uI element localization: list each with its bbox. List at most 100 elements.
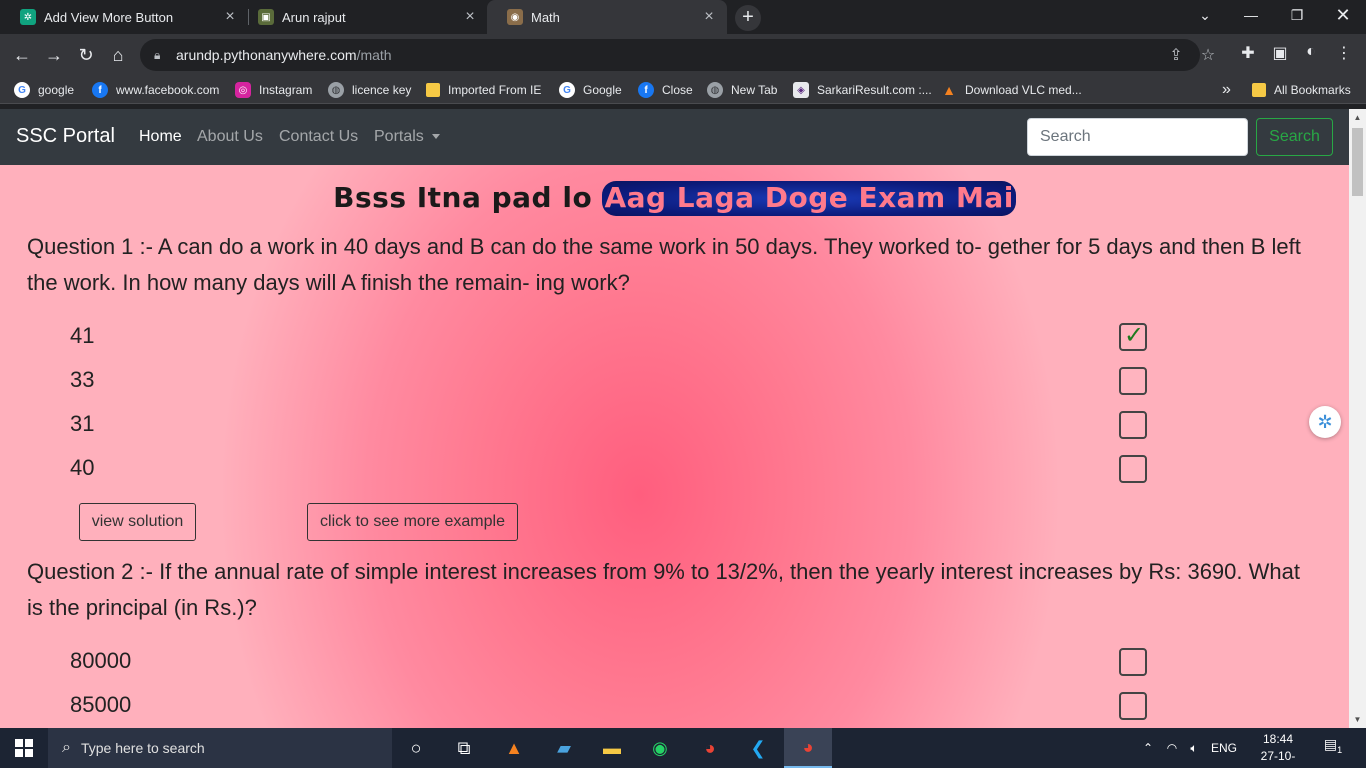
chatgpt-icon: ✲ <box>20 9 36 25</box>
bookmarks-bar: Ggoogle f www.facebook.com ◎ Instagram ◍ li… <box>0 76 1366 104</box>
bookmark-new-tab[interactable]: ◍ New Tab <box>707 81 777 99</box>
new-tab-button[interactable]: + <box>735 5 761 31</box>
tab-add-view-more-button[interactable]: ✲ Add View More Button × <box>0 0 248 34</box>
nav-home[interactable]: Home <box>139 128 182 146</box>
ai-assistant-icon[interactable]: ✲ <box>1309 406 1341 438</box>
close-tab-icon[interactable]: × <box>462 9 478 25</box>
tab-search-chevron-icon[interactable]: ⌄ <box>1182 0 1228 30</box>
share-icon[interactable]: ⇪ <box>1166 45 1186 65</box>
globe-icon: ◍ <box>328 82 344 98</box>
close-tab-icon[interactable]: × <box>701 9 717 25</box>
page-scrollbar[interactable]: ▲ ▼ <box>1349 109 1366 728</box>
vscode-icon[interactable]: ❮ <box>734 728 782 768</box>
tab-title: Add View More Button <box>44 9 174 25</box>
pythonanywhere-icon: ◉ <box>507 9 523 25</box>
menu-kebab-icon[interactable]: ⋮ <box>1333 43 1355 63</box>
site-search-button[interactable]: Search <box>1256 118 1333 156</box>
option-checkbox[interactable] <box>1119 411 1147 439</box>
bookmarks-overflow-button[interactable]: » <box>1222 81 1231 99</box>
taskbar-search-placeholder: Type here to search <box>80 740 205 756</box>
forward-button[interactable]: → <box>40 41 68 69</box>
bookmark-licence-key[interactable]: ◍ licence key <box>328 81 411 99</box>
whatsapp-icon[interactable]: ◉ <box>636 728 684 768</box>
tab-arun-rajput[interactable]: ▣ Arun rajput × <box>238 0 488 34</box>
search-icon: ⌕ <box>62 739 71 756</box>
clock-date: 27-10-2023 <box>1260 749 1296 768</box>
tab-math[interactable]: ◉ Math × <box>487 0 727 34</box>
bookmark-sarkariresult[interactable]: ◈ SarkariResult.com :... <box>793 81 932 99</box>
restore-button[interactable]: ❐ <box>1274 0 1320 30</box>
question-text: Question 2 :- If the annual rate of simp… <box>27 559 1300 620</box>
close-window-button[interactable]: ✕ <box>1320 0 1366 30</box>
bookmark-instagram[interactable]: ◎ Instagram <box>235 81 312 99</box>
side-panel-icon[interactable]: ▣ <box>1269 43 1291 63</box>
scroll-down-arrow-icon[interactable]: ▼ <box>1349 711 1366 728</box>
lock-icon[interactable]: 🔒︎ <box>154 48 166 63</box>
option-checkbox[interactable]: ✓ <box>1119 322 1147 351</box>
page-banner: Bsss Itna pad lo Aag Laga Doge Exam Mai <box>0 181 1349 216</box>
sarkari-icon: ◈ <box>793 82 809 98</box>
google-icon: G <box>559 82 575 98</box>
pc-manager-icon[interactable]: ▰ <box>540 728 588 768</box>
address-bar[interactable]: 🔒︎ arundp.pythonanywhere.com/math ⇪ ☆ <box>140 39 1215 71</box>
clock-time: 18:44 <box>1262 732 1294 746</box>
reload-button[interactable]: ↻ <box>72 41 100 69</box>
all-bookmarks-folder[interactable]: All Bookmarks <box>1252 81 1351 99</box>
option-checkbox[interactable] <box>1119 692 1147 720</box>
vlc-icon[interactable]: ▲ <box>490 728 538 768</box>
bookmark-google-2[interactable]: G Google <box>559 81 622 99</box>
banner-highlight: Aag Laga Doge Exam Mai <box>602 181 1016 216</box>
option-label: 40 <box>70 455 95 480</box>
option-checkbox[interactable] <box>1119 648 1147 676</box>
view-solution-button[interactable]: view solution <box>79 503 196 541</box>
back-button[interactable]: ← <box>8 41 36 69</box>
nav-about-us[interactable]: About Us <box>197 128 263 146</box>
volume-icon[interactable]: 🔈︎ <box>1184 728 1204 768</box>
minimize-button[interactable]: — <box>1228 0 1274 30</box>
task-view-icon[interactable]: ⧉ <box>440 728 488 768</box>
question-text: Question 1 :- A can do a work in 40 days… <box>27 234 1301 295</box>
show-hidden-icons-chevron-icon[interactable]: ⌃ <box>1138 728 1158 768</box>
start-button[interactable] <box>0 728 48 768</box>
banner-text: Bsss Itna pad lo <box>333 181 593 214</box>
close-tab-icon[interactable]: × <box>222 9 238 25</box>
globe-icon: ◍ <box>707 82 723 98</box>
folder-icon <box>426 83 440 97</box>
network-icon[interactable]: ◠ <box>1162 728 1182 768</box>
notification-center-icon[interactable]: ▤1 <box>1318 736 1348 760</box>
bookmark-google[interactable]: Ggoogle <box>14 81 74 99</box>
bookmark-star-icon[interactable]: ☆ <box>1198 45 1218 65</box>
chrome-active-icon[interactable]: ◕ <box>784 728 832 768</box>
chrome-icon[interactable]: ◕ <box>686 728 734 768</box>
file-explorer-icon[interactable]: ▬ <box>588 728 636 768</box>
checkmark-icon: ✓ <box>1124 322 1145 349</box>
notification-count: 1 <box>1337 744 1343 755</box>
scroll-up-arrow-icon[interactable]: ▲ <box>1349 109 1366 126</box>
scrollbar-thumb[interactable] <box>1352 128 1363 196</box>
cortana-icon[interactable]: ○ <box>392 728 440 768</box>
bookmark-facebook[interactable]: f www.facebook.com <box>92 81 219 99</box>
browser-tab-strip: ✲ Add View More Button × ▣ Arun rajput ×… <box>0 0 1366 34</box>
bookmark-folder-imported[interactable]: Imported From IE <box>426 81 541 99</box>
profile-avatar[interactable]: ◐ <box>1300 43 1322 61</box>
option-label: 33 <box>70 367 95 392</box>
taskbar-search-box[interactable]: ⌕ Type here to search <box>48 728 392 768</box>
more-example-button[interactable]: click to see more example <box>307 503 518 541</box>
option-label: 31 <box>70 411 95 436</box>
home-button[interactable]: ⌂ <box>104 41 132 69</box>
extensions-puzzle-icon[interactable]: ✚ <box>1237 43 1259 63</box>
bookmark-close[interactable]: f Close <box>638 81 693 99</box>
page-viewport: SSC Portal Home About Us Contact Us Port… <box>0 109 1366 728</box>
vlc-cone-icon: ▲ <box>942 82 956 98</box>
language-indicator[interactable]: ENG <box>1208 728 1240 768</box>
nav-portals-dropdown[interactable]: Portals <box>374 128 440 146</box>
site-search-input[interactable] <box>1027 118 1248 156</box>
taskbar-clock[interactable]: 18:44 27-10-2023 <box>1248 731 1308 768</box>
bookmark-vlc[interactable]: ▲ Download VLC med... <box>941 81 1082 99</box>
option-checkbox[interactable] <box>1119 367 1147 395</box>
site-brand[interactable]: SSC Portal <box>16 125 115 148</box>
github-avatar-icon: ▣ <box>258 9 274 25</box>
browser-toolbar: ← → ↻ ⌂ 🔒︎ arundp.pythonanywhere.com/mat… <box>0 34 1366 76</box>
option-checkbox[interactable] <box>1119 455 1147 483</box>
nav-contact-us[interactable]: Contact Us <box>279 128 358 146</box>
